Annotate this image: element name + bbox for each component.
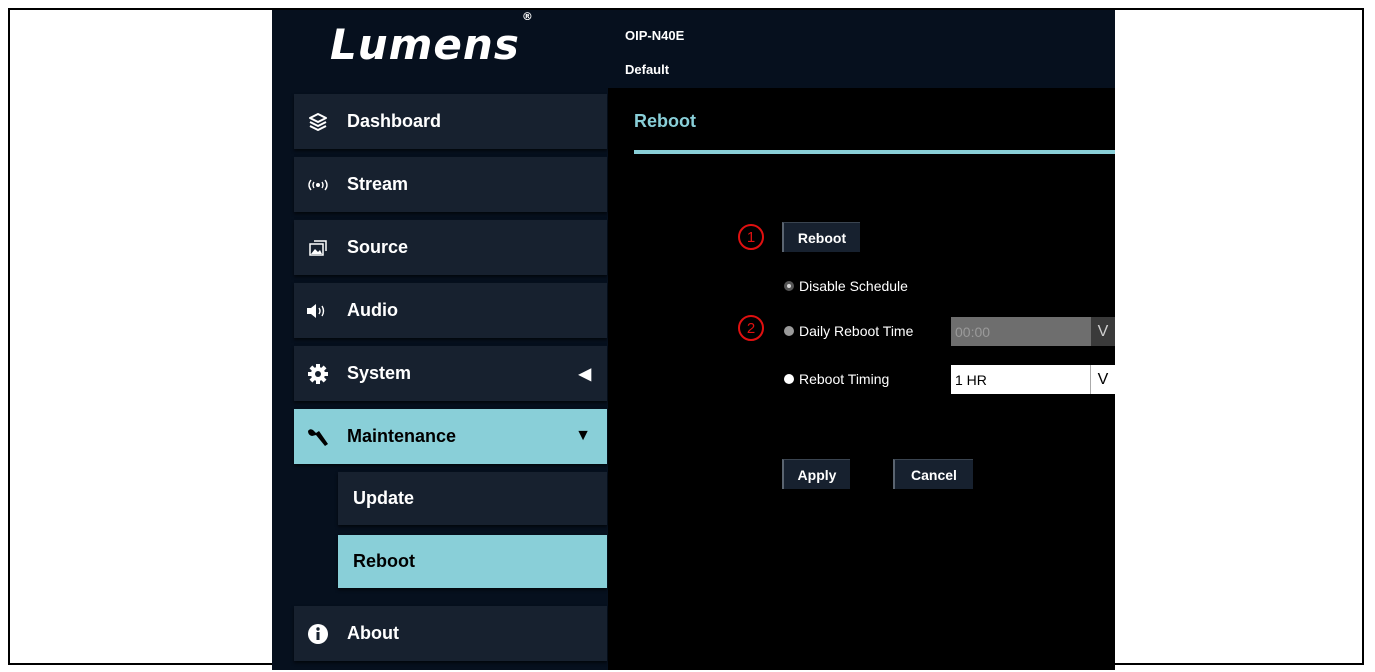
- option-label: Daily Reboot Time: [799, 323, 914, 339]
- info-icon: [306, 622, 330, 646]
- sidebar-item-source[interactable]: Source: [294, 220, 607, 275]
- radio-button[interactable]: [784, 281, 794, 291]
- image-source-icon: [306, 236, 330, 260]
- apply-button[interactable]: Apply: [782, 459, 850, 489]
- sidebar-item-audio[interactable]: Audio: [294, 283, 607, 338]
- sidebar-item-stream[interactable]: Stream: [294, 157, 607, 212]
- select-value: 1 HR: [955, 371, 987, 388]
- sidebar-subitem-label: Update: [353, 488, 415, 508]
- radio-button[interactable]: [784, 326, 794, 336]
- select-value: 00:00: [955, 323, 991, 340]
- dropdown-arrow-icon: V: [1090, 365, 1115, 394]
- callout-marker-1: 1: [738, 224, 764, 250]
- title-divider: [634, 150, 1115, 154]
- sidebar-subitem-label: Reboot: [353, 551, 415, 571]
- sidebar-item-label: Maintenance: [347, 426, 457, 446]
- sidebar-item-about[interactable]: About: [294, 606, 607, 661]
- collapse-caret-icon: ◀: [578, 366, 591, 383]
- option-label: Disable Schedule: [799, 278, 908, 294]
- broadcast-icon: [306, 173, 330, 197]
- sidebar-subitem-update[interactable]: Update: [338, 472, 607, 525]
- radio-button[interactable]: [784, 374, 794, 384]
- callout-marker-2: 2: [738, 315, 764, 341]
- option-disable-schedule[interactable]: Disable Schedule: [784, 278, 908, 294]
- sidebar-item-label: About: [347, 623, 399, 643]
- option-reboot-timing[interactable]: Reboot Timing: [784, 371, 889, 387]
- sidebar-item-label: Audio: [347, 300, 398, 320]
- speaker-icon: [306, 299, 330, 323]
- sidebar-item-label: Stream: [347, 174, 409, 194]
- sidebar-item-label: Source: [347, 237, 409, 257]
- sidebar-item-maintenance[interactable]: Maintenance ▼: [294, 409, 607, 464]
- cancel-button[interactable]: Cancel: [893, 459, 973, 489]
- option-daily-reboot-time[interactable]: Daily Reboot Time: [784, 323, 913, 339]
- sidebar-subitem-reboot[interactable]: Reboot: [338, 535, 607, 588]
- sidebar-item-dashboard[interactable]: Dashboard: [294, 94, 607, 149]
- device-model: OIP-N40E: [625, 28, 685, 43]
- daily-reboot-time-select[interactable]: 00:00 V: [951, 317, 1115, 346]
- brand-logo: Lumens®: [330, 10, 534, 69]
- dropdown-arrow-icon: V: [1091, 317, 1115, 346]
- sidebar-item-system[interactable]: System ◀: [294, 346, 607, 401]
- reboot-button[interactable]: Reboot: [782, 222, 860, 252]
- wrench-icon: [306, 425, 330, 449]
- sidebar: Lumens® Dashboard Stream Source Audio Sy…: [272, 10, 608, 670]
- layers-icon: [306, 110, 330, 134]
- reboot-timing-select[interactable]: 1 HR V: [951, 365, 1115, 394]
- top-header: OIP-N40E Default: [608, 10, 1115, 88]
- sidebar-item-label: Dashboard: [347, 111, 442, 131]
- expand-caret-icon: ▼: [575, 427, 591, 444]
- sidebar-item-label: System: [347, 363, 412, 383]
- profile-name: Default: [625, 62, 670, 77]
- option-label: Reboot Timing: [799, 371, 890, 387]
- gear-icon: [306, 362, 330, 386]
- app-window: Lumens® Dashboard Stream Source Audio Sy…: [272, 10, 1115, 670]
- page-title: Reboot: [634, 111, 696, 131]
